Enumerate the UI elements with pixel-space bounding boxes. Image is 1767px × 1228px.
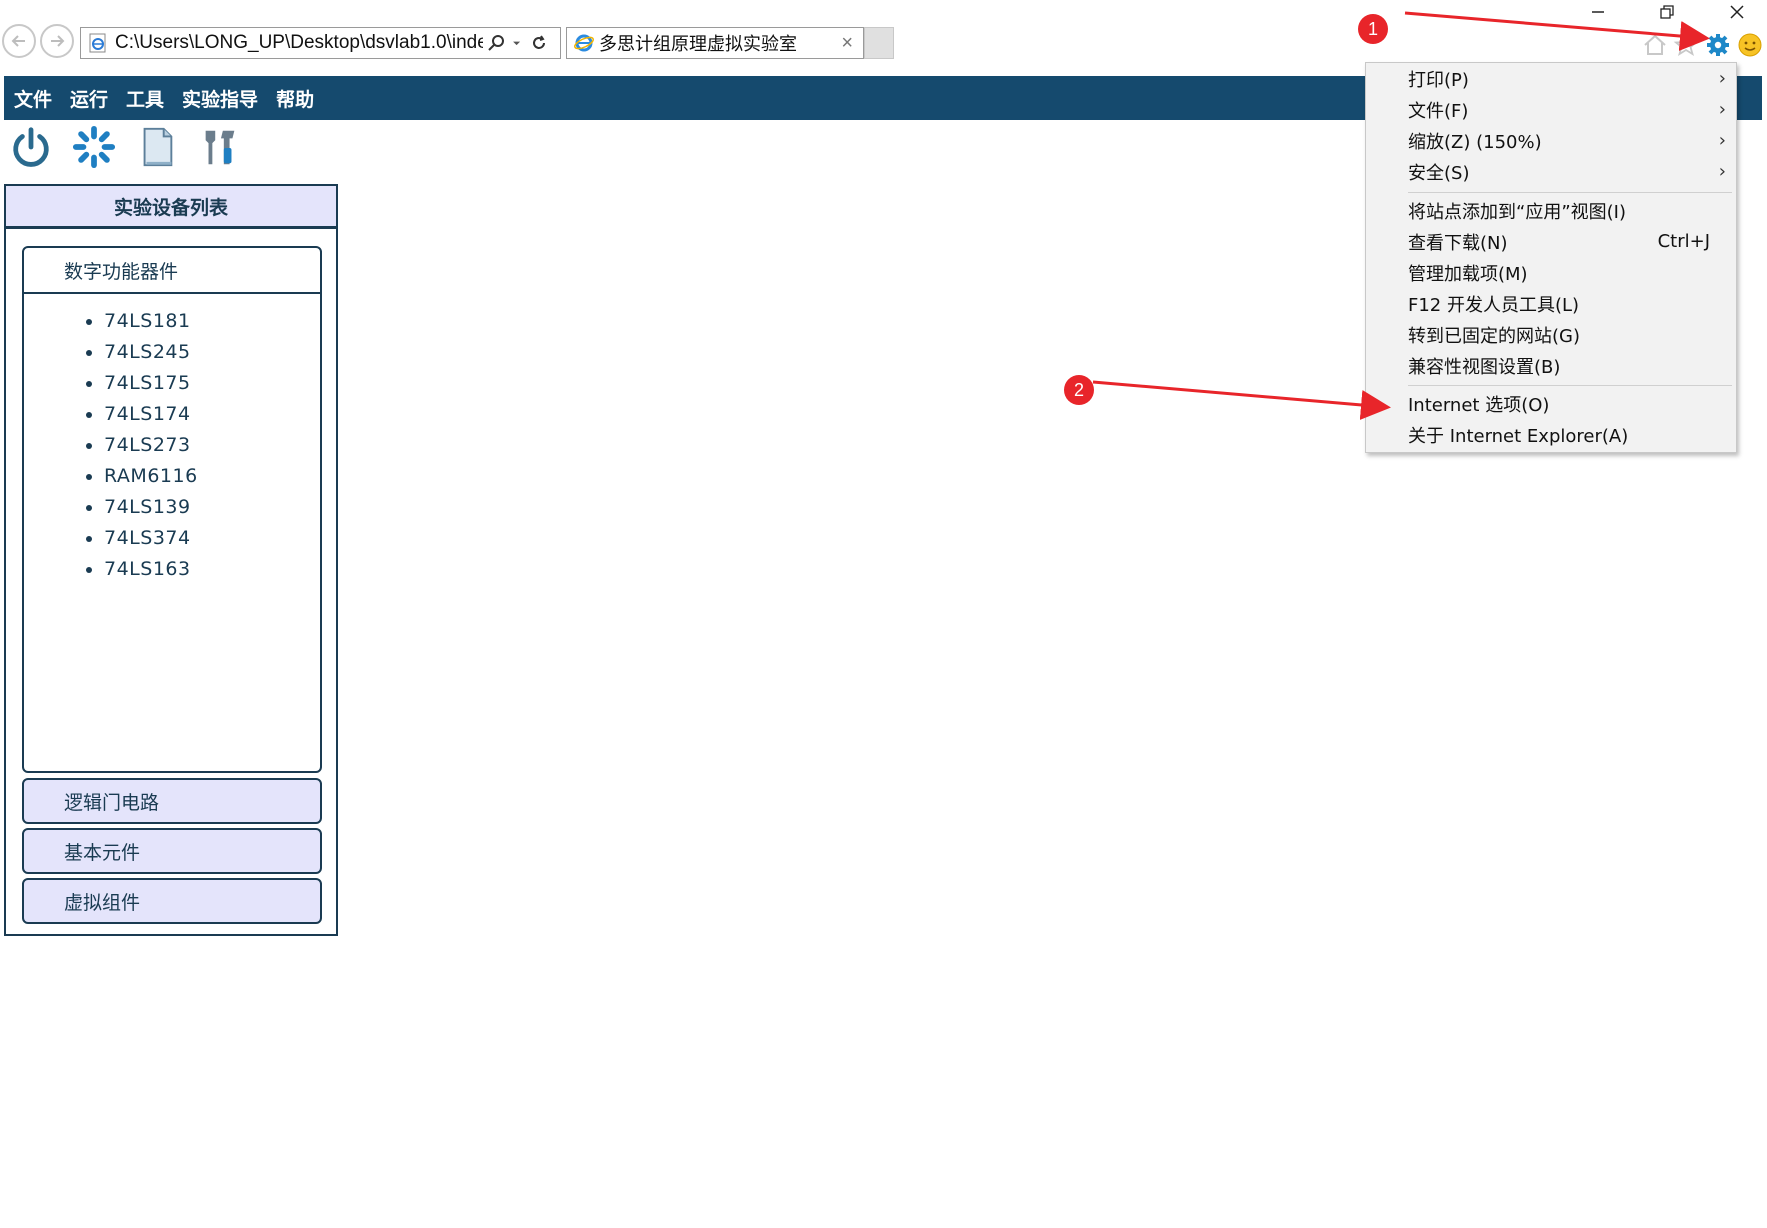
device-item[interactable]: 74LS273 [104,430,320,461]
menu-item-label: 缩放(Z) (150%) [1408,131,1542,153]
submenu-arrow-icon: › [1718,99,1726,120]
address-bar[interactable]: C:\Users\LONG_UP\Desktop\dsvlab1.0\inde [80,27,561,59]
device-item[interactable]: RAM6116 [104,461,320,492]
menu-item-zoom[interactable]: 缩放(Z) (150%) › [1366,125,1736,156]
menu-item-internet-options[interactable]: Internet 选项(O) [1366,388,1736,419]
menu-item-label: 将站点添加到“应用”视图(I) [1408,201,1627,223]
group-header-digital[interactable]: 数字功能器件 [24,248,320,294]
close-icon [1730,5,1744,19]
back-arrow-icon [11,35,25,47]
menu-item-manage-addons[interactable]: 管理加载项(M) [1366,257,1736,288]
equipment-panel: 实验设备列表 数字功能器件 74LS181 74LS245 74LS175 74… [4,184,338,936]
menu-item-label: 转到已固定的网站(G) [1408,325,1580,347]
device-item[interactable]: 74LS163 [104,554,320,585]
search-icon[interactable] [487,33,507,53]
device-item[interactable]: 74LS175 [104,368,320,399]
star-icon [1673,32,1699,56]
dropdown-icon[interactable] [511,33,525,53]
menu-shortcut: Ctrl+J [1657,231,1710,252]
menu-item-view-downloads[interactable]: 查看下载(N) Ctrl+J [1366,226,1736,257]
favorites-button[interactable] [1671,30,1701,60]
menu-item-file[interactable]: 文件(F) › [1366,94,1736,125]
menu-item-add-to-apps[interactable]: 将站点添加到“应用”视图(I) [1366,195,1736,226]
device-list: 74LS181 74LS245 74LS175 74LS174 74LS273 … [24,306,320,585]
menu-item-safety[interactable]: 安全(S) › [1366,156,1736,187]
tab-title: 多思计组原理虚拟实验室 [599,34,797,55]
ie-page-icon [89,33,106,53]
tab-close-button[interactable]: × [841,32,853,55]
document-button[interactable] [134,124,180,170]
menu-item-label: 兼容性视图设置(B) [1408,356,1561,378]
menu-item-label: 文件(F) [1408,100,1469,122]
smiley-icon [1738,33,1762,57]
menu-help[interactable]: 帮助 [276,85,314,112]
home-button[interactable] [1640,30,1670,60]
menu-item-print[interactable]: 打印(P) › [1366,63,1736,94]
feedback-button[interactable] [1735,30,1765,60]
tools-gear-button[interactable] [1703,30,1733,60]
menu-item-label: Internet 选项(O) [1408,394,1550,416]
submenu-arrow-icon: › [1718,161,1726,182]
address-url[interactable]: C:\Users\LONG_UP\Desktop\dsvlab1.0\inde [115,32,483,54]
submenu-arrow-icon: › [1718,130,1726,151]
menu-file[interactable]: 文件 [14,85,52,112]
forward-button[interactable] [40,24,74,58]
menu-guide[interactable]: 实验指导 [182,85,258,112]
tools-context-menu: 打印(P) › 文件(F) › 缩放(Z) (150%) › 安全(S) › 将… [1365,62,1737,453]
app-toolbar [8,124,260,174]
group-virtual-components[interactable]: 虚拟组件 [22,878,322,924]
group-basic-components[interactable]: 基本元件 [22,828,322,874]
menu-item-label: 查看下载(N) [1408,232,1508,254]
menu-item-label: 关于 Internet Explorer(A) [1408,425,1629,447]
menu-run[interactable]: 运行 [70,85,108,112]
close-window-button[interactable] [1707,0,1767,24]
back-button[interactable] [2,24,36,58]
annotation-badge-2: 2 [1064,375,1094,405]
device-item[interactable]: 74LS174 [104,399,320,430]
ie-logo-icon [574,34,594,52]
browser-tab[interactable]: 多思计组原理虚拟实验室 × [566,27,864,59]
new-tab-button[interactable] [864,27,894,59]
restore-button[interactable] [1637,0,1697,24]
restore-icon [1660,5,1674,19]
menu-item-label: 安全(S) [1408,162,1470,184]
home-icon [1644,34,1666,55]
power-button[interactable] [8,124,54,170]
menu-item-label: 管理加载项(M) [1408,263,1528,285]
panel-title: 实验设备列表 [6,186,336,229]
forward-arrow-icon [51,35,65,47]
device-item[interactable]: 74LS181 [104,306,320,337]
device-item[interactable]: 74LS139 [104,492,320,523]
device-item[interactable]: 74LS245 [104,337,320,368]
menu-item-compat-view[interactable]: 兼容性视图设置(B) [1366,350,1736,381]
refresh-icon[interactable] [529,33,549,53]
group-logic-gates[interactable]: 逻辑门电路 [22,778,322,824]
menu-item-dev-tools[interactable]: F12 开发人员工具(L) [1366,288,1736,319]
menu-item-label: 打印(P) [1408,69,1469,91]
menu-item-pinned-sites[interactable]: 转到已固定的网站(G) [1366,319,1736,350]
minimize-button[interactable] [1568,0,1628,24]
menu-item-about-ie[interactable]: 关于 Internet Explorer(A) [1366,419,1736,450]
run-button[interactable] [71,124,117,170]
arrow-to-internet-options [1092,380,1391,420]
menu-tools[interactable]: 工具 [126,85,164,112]
gear-icon [1707,34,1729,56]
minimize-icon [1592,11,1604,13]
menu-separator [1408,385,1732,386]
tools-button[interactable] [197,124,243,170]
tools-icon [205,130,235,165]
power-icon [13,127,49,167]
annotation-badge-1: 1 [1358,14,1388,44]
device-item[interactable]: 74LS374 [104,523,320,554]
group-digital-devices: 数字功能器件 74LS181 74LS245 74LS175 74LS174 7… [22,246,322,773]
loading-icon [72,125,116,169]
menu-separator [1408,192,1732,193]
menu-item-label: F12 开发人员工具(L) [1408,294,1580,316]
submenu-arrow-icon: › [1718,68,1726,89]
document-icon [143,127,173,167]
